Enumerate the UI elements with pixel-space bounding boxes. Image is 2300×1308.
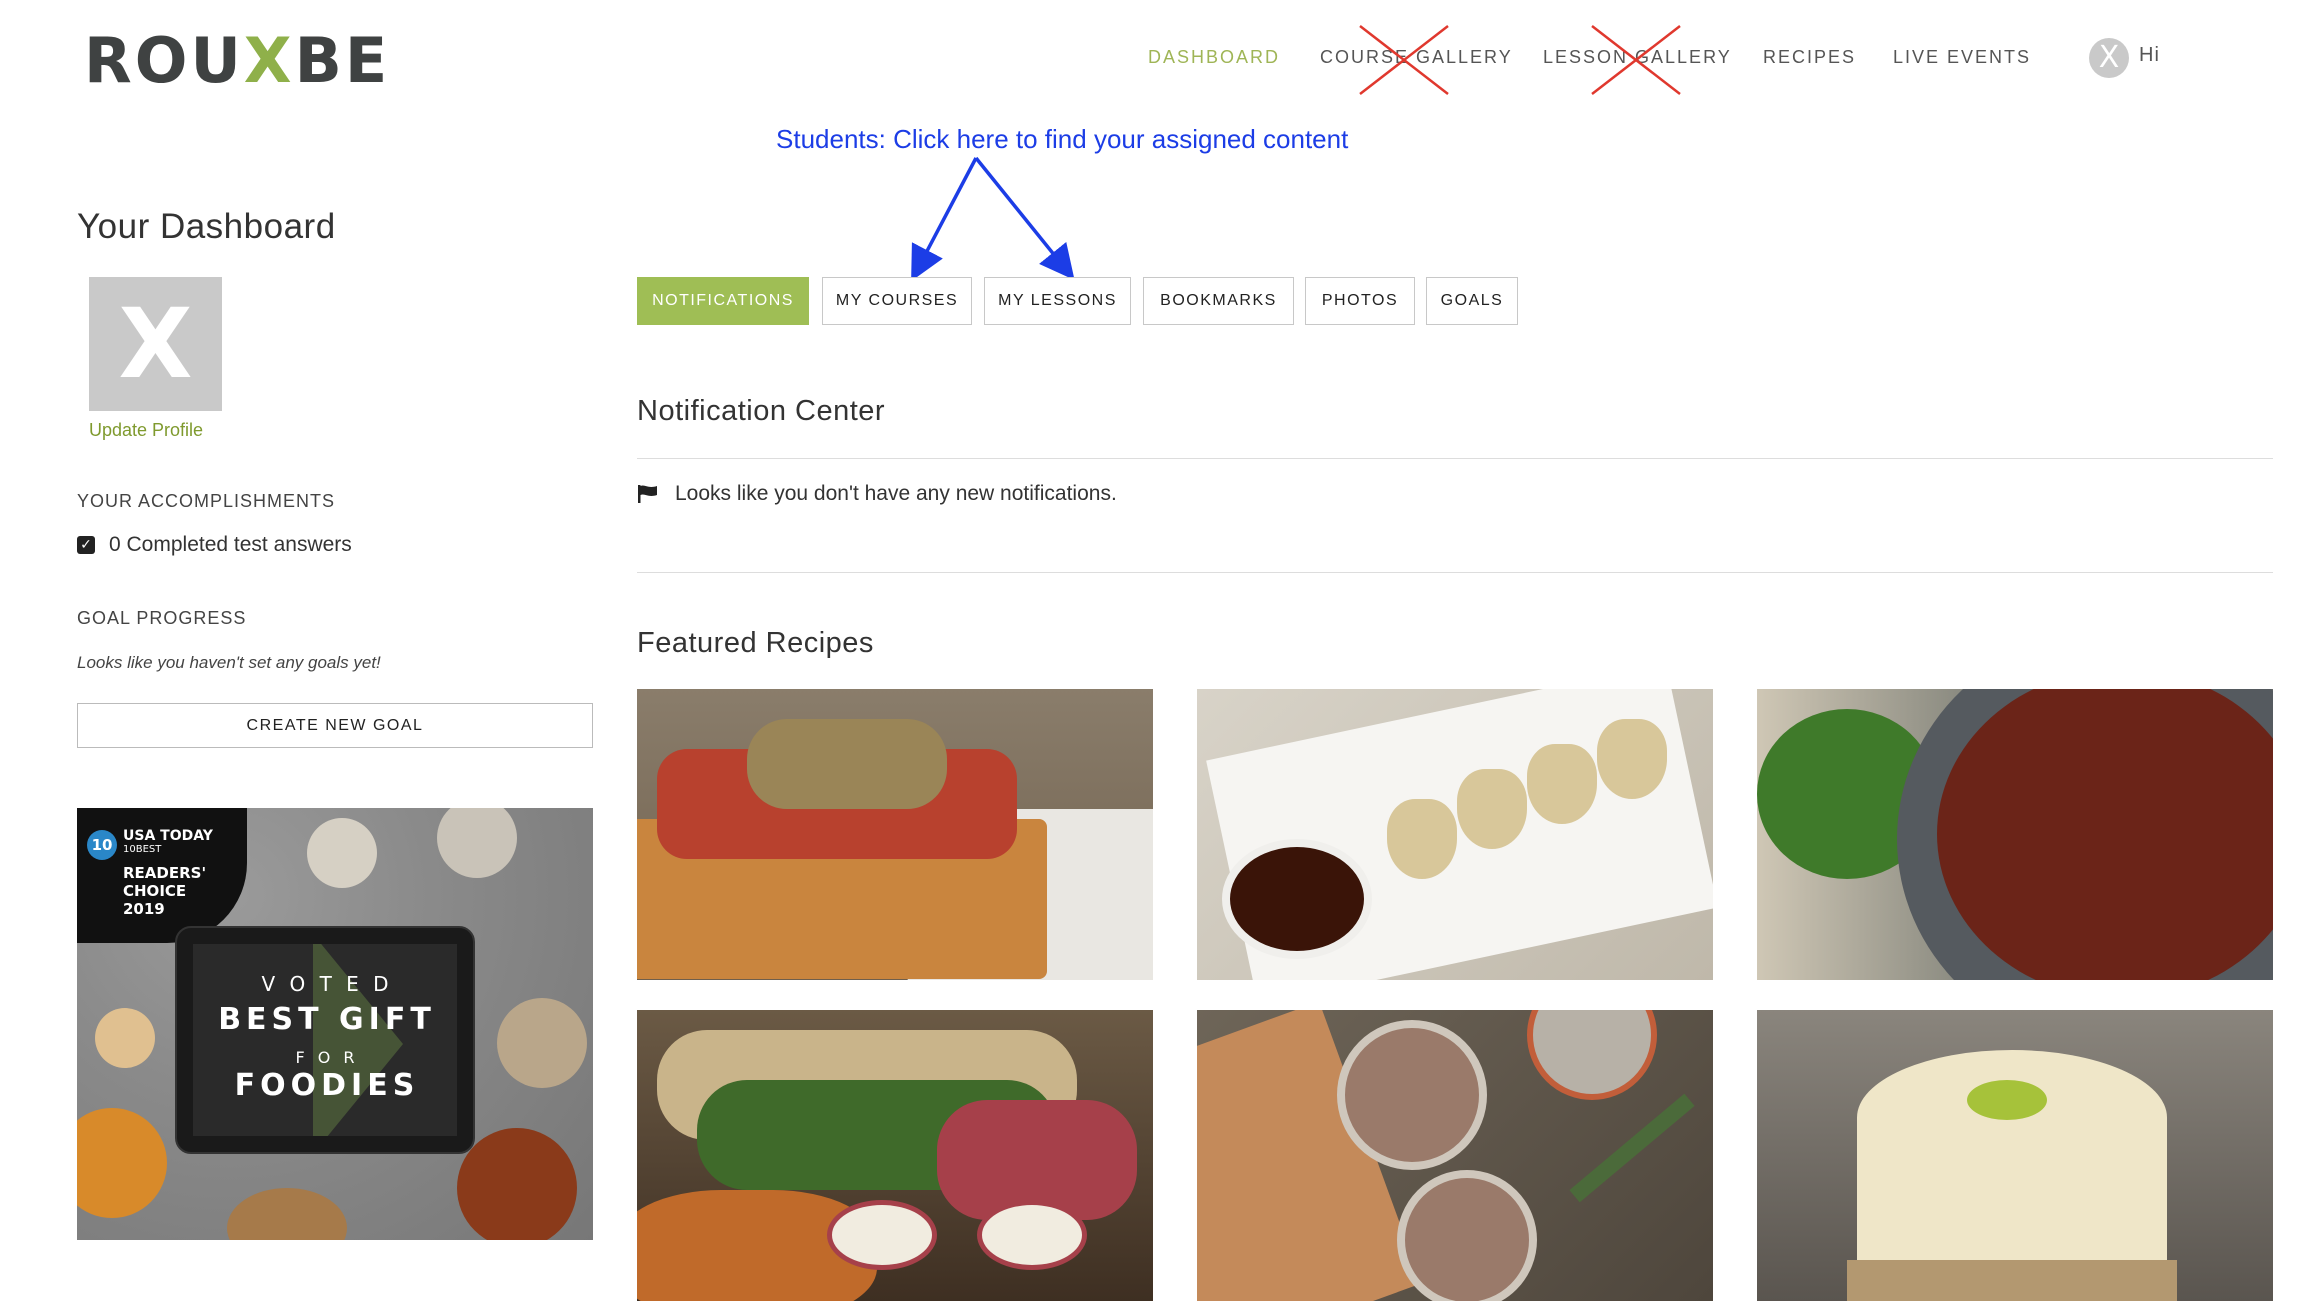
divider <box>637 572 2273 573</box>
featured-recipes-title: Featured Recipes <box>637 627 874 659</box>
tab-photos[interactable]: PHOTOS <box>1305 277 1415 325</box>
tab-my-courses[interactable]: MY COURSES <box>822 277 972 325</box>
accomplishment-item: ✓ 0 Completed test answers <box>77 533 352 557</box>
notification-empty-row: Looks like you don't have any new notifi… <box>637 482 1117 506</box>
tablet-graphic: V O T E D BEST GIFT F O R FOODIES <box>175 926 475 1154</box>
accomplishment-label: 0 Completed test answers <box>109 533 352 556</box>
rouxbe-logo[interactable]: ROUXBE <box>84 30 390 92</box>
tab-goals[interactable]: GOALS <box>1426 277 1518 325</box>
update-profile-link[interactable]: Update Profile <box>89 420 203 441</box>
usa-today-badge: 10 USA TODAY 10BEST READERS' CHOICE 2019 <box>77 808 247 943</box>
recipe-card-pate[interactable] <box>1197 1010 1713 1301</box>
dashboard-title: Your Dashboard <box>77 207 336 246</box>
goal-progress-heading: GOAL PROGRESS <box>77 608 247 628</box>
accomplishments-heading: YOUR ACCOMPLISHMENTS <box>77 491 336 511</box>
user-greeting[interactable]: Hi <box>2139 44 2160 67</box>
notification-center-title: Notification Center <box>637 395 886 427</box>
user-avatar[interactable]: X <box>2089 38 2129 78</box>
no-goals-message: Looks like you haven't set any goals yet… <box>77 653 381 672</box>
nav-recipes[interactable]: RECIPES <box>1763 47 1856 68</box>
checkbox-checked-icon: ✓ <box>77 536 95 554</box>
badge-number: 10 <box>87 830 117 860</box>
profile-avatar[interactable]: X <box>89 277 222 411</box>
recipe-card-bruschetta[interactable] <box>637 689 1153 980</box>
nav-course-gallery[interactable]: COURSE GALLERY <box>1320 47 1513 68</box>
divider <box>637 458 2273 459</box>
recipe-card-cheese-log[interactable] <box>637 1010 1153 1301</box>
recipe-card-tapenade[interactable] <box>1757 689 2273 980</box>
tab-notifications[interactable]: NOTIFICATIONS <box>637 277 809 325</box>
nav-dashboard[interactable]: DASHBOARD <box>1148 47 1280 68</box>
nav-live-events[interactable]: LIVE EVENTS <box>1893 47 2031 68</box>
annotation-text: Students: Click here to find your assign… <box>776 124 1349 154</box>
nav-lesson-gallery[interactable]: LESSON GALLERY <box>1543 47 1732 68</box>
flag-icon <box>638 485 657 503</box>
tab-my-lessons[interactable]: MY LESSONS <box>984 277 1131 325</box>
best-gift-promo-banner[interactable]: 10 USA TODAY 10BEST READERS' CHOICE 2019… <box>77 808 593 1240</box>
create-new-goal-button[interactable]: CREATE NEW GOAL <box>77 703 593 748</box>
tab-bookmarks[interactable]: BOOKMARKS <box>1143 277 1294 325</box>
recipe-card-cheesecake[interactable] <box>1757 1010 2273 1301</box>
no-notifications-message: Looks like you don't have any new notifi… <box>675 482 1117 505</box>
recipe-card-dumplings[interactable] <box>1197 689 1713 980</box>
